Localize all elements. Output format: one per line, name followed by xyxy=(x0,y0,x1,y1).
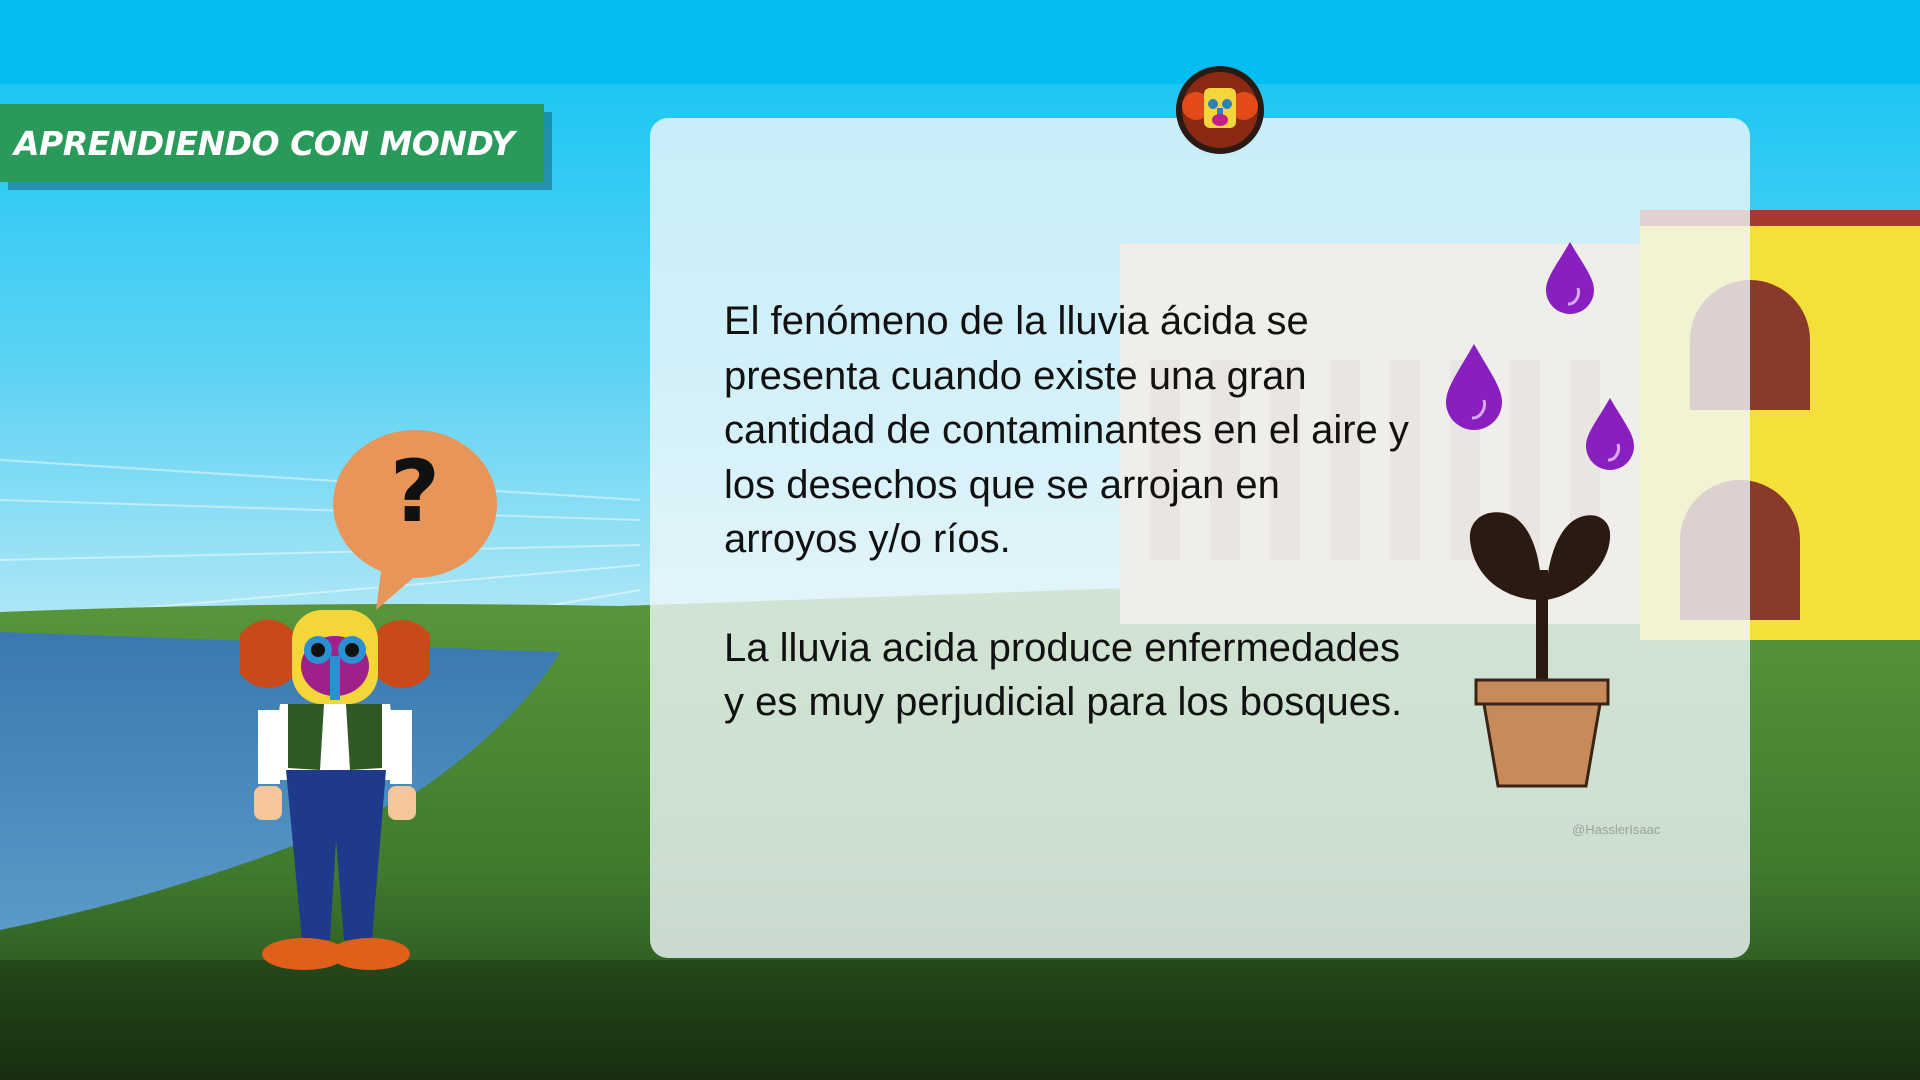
card-text: El fenómeno de la lluvia ácida se presen… xyxy=(724,294,1424,730)
mondy-logo-icon xyxy=(1176,66,1264,154)
paragraph-2: La lluvia acida produce enfermedades y e… xyxy=(724,625,1403,725)
raindrop-icon xyxy=(1586,398,1634,470)
raindrop-icon xyxy=(1546,242,1594,314)
mondy-character xyxy=(240,610,430,970)
potted-sprout-icon xyxy=(1469,512,1611,788)
title-banner: APRENDIENDO CON MONDY xyxy=(0,104,544,182)
watermark: @HasslerIsaac xyxy=(1572,822,1661,837)
question-mark: ? xyxy=(390,442,440,542)
raindrop-icon xyxy=(1446,344,1502,430)
paragraph-1: El fenómeno de la lluvia ácida se presen… xyxy=(724,299,1409,561)
banner-title: APRENDIENDO CON MONDY xyxy=(14,123,515,163)
